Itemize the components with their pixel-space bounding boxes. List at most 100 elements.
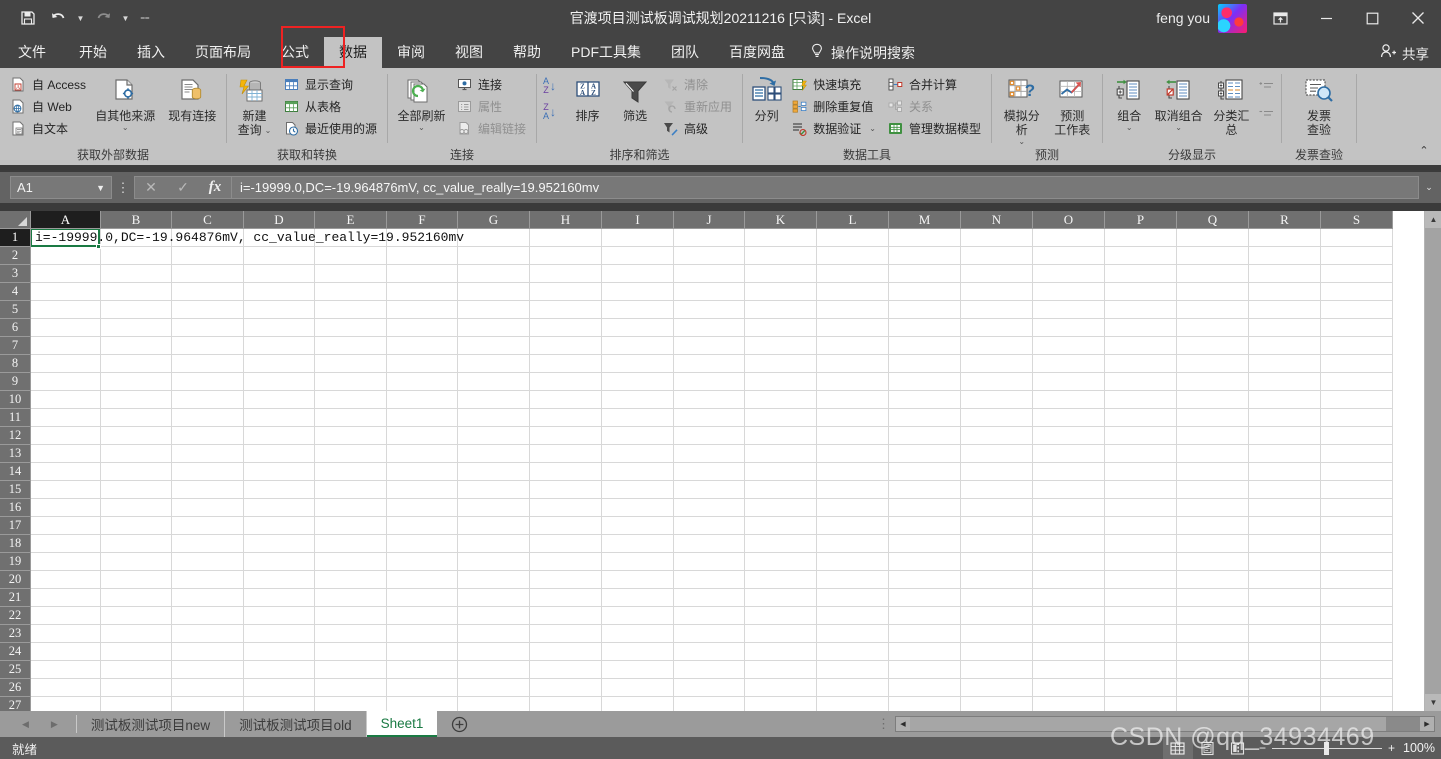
- cell-P12[interactable]: [1105, 427, 1177, 445]
- column-header-A[interactable]: A: [31, 211, 101, 229]
- grid-row[interactable]: [31, 661, 1424, 679]
- cell-H7[interactable]: [530, 337, 602, 355]
- cell-E26[interactable]: [315, 679, 387, 697]
- cell-J26[interactable]: [674, 679, 745, 697]
- cell-M12[interactable]: [889, 427, 961, 445]
- cell-H8[interactable]: [530, 355, 602, 373]
- cell-N20[interactable]: [961, 571, 1033, 589]
- cell-G3[interactable]: [458, 265, 530, 283]
- cell-M9[interactable]: [889, 373, 961, 391]
- cell-S8[interactable]: [1321, 355, 1393, 373]
- column-header-G[interactable]: G: [458, 211, 530, 229]
- sheet-nav-next-icon[interactable]: ▶: [51, 719, 58, 730]
- grid-row[interactable]: [31, 535, 1424, 553]
- cell-O23[interactable]: [1033, 625, 1105, 643]
- cell-B6[interactable]: [101, 319, 172, 337]
- grid-row[interactable]: [31, 355, 1424, 373]
- grid-row[interactable]: [31, 697, 1424, 711]
- cell-I10[interactable]: [602, 391, 674, 409]
- cell-C3[interactable]: [172, 265, 244, 283]
- cell-E19[interactable]: [315, 553, 387, 571]
- cell-N18[interactable]: [961, 535, 1033, 553]
- cell-K2[interactable]: [745, 247, 817, 265]
- cell-K23[interactable]: [745, 625, 817, 643]
- cell-K19[interactable]: [745, 553, 817, 571]
- cell-C19[interactable]: [172, 553, 244, 571]
- cell-P27[interactable]: [1105, 697, 1177, 711]
- cell-A17[interactable]: [31, 517, 101, 535]
- cell-E14[interactable]: [315, 463, 387, 481]
- cell-R19[interactable]: [1249, 553, 1321, 571]
- cell-R5[interactable]: [1249, 301, 1321, 319]
- cell-K13[interactable]: [745, 445, 817, 463]
- insert-function-icon[interactable]: fx: [199, 176, 231, 199]
- maximize-button[interactable]: [1349, 0, 1395, 36]
- row-header-1[interactable]: 1: [0, 229, 31, 247]
- row-header-10[interactable]: 10: [0, 391, 31, 409]
- cell-M16[interactable]: [889, 499, 961, 517]
- cell-H4[interactable]: [530, 283, 602, 301]
- cell-O14[interactable]: [1033, 463, 1105, 481]
- cell-H26[interactable]: [530, 679, 602, 697]
- cell-J7[interactable]: [674, 337, 745, 355]
- cell-B5[interactable]: [101, 301, 172, 319]
- cell-E12[interactable]: [315, 427, 387, 445]
- row-header-21[interactable]: 21: [0, 589, 31, 607]
- cell-R20[interactable]: [1249, 571, 1321, 589]
- cell-H14[interactable]: [530, 463, 602, 481]
- column-header-I[interactable]: I: [602, 211, 674, 229]
- cell-C27[interactable]: [172, 697, 244, 711]
- cell-N24[interactable]: [961, 643, 1033, 661]
- cell-F19[interactable]: [387, 553, 458, 571]
- cell-E17[interactable]: [315, 517, 387, 535]
- cell-C22[interactable]: [172, 607, 244, 625]
- grid-row[interactable]: [31, 409, 1424, 427]
- cell-I24[interactable]: [602, 643, 674, 661]
- collapse-ribbon-icon[interactable]: ⌃: [1413, 140, 1435, 160]
- row-header-26[interactable]: 26: [0, 679, 31, 697]
- cell-F26[interactable]: [387, 679, 458, 697]
- cell-O6[interactable]: [1033, 319, 1105, 337]
- zoom-level-label[interactable]: 100%: [1403, 741, 1441, 755]
- cell-I25[interactable]: [602, 661, 674, 679]
- cell-Q13[interactable]: [1177, 445, 1249, 463]
- grid-row[interactable]: [31, 643, 1424, 661]
- cell-D3[interactable]: [244, 265, 315, 283]
- grid-row[interactable]: [31, 247, 1424, 265]
- cell-P3[interactable]: [1105, 265, 1177, 283]
- cell-N11[interactable]: [961, 409, 1033, 427]
- cell-N3[interactable]: [961, 265, 1033, 283]
- sheet-tab-test-new[interactable]: 测试板测试项目new: [77, 711, 225, 737]
- cell-B9[interactable]: [101, 373, 172, 391]
- cell-Q17[interactable]: [1177, 517, 1249, 535]
- cell-H21[interactable]: [530, 589, 602, 607]
- cell-P14[interactable]: [1105, 463, 1177, 481]
- cell-K20[interactable]: [745, 571, 817, 589]
- cell-F22[interactable]: [387, 607, 458, 625]
- cell-J6[interactable]: [674, 319, 745, 337]
- cell-G6[interactable]: [458, 319, 530, 337]
- cell-G24[interactable]: [458, 643, 530, 661]
- cell-P26[interactable]: [1105, 679, 1177, 697]
- cell-D16[interactable]: [244, 499, 315, 517]
- cell-I16[interactable]: [602, 499, 674, 517]
- cell-G10[interactable]: [458, 391, 530, 409]
- cell-O3[interactable]: [1033, 265, 1105, 283]
- cell-F16[interactable]: [387, 499, 458, 517]
- cell-K4[interactable]: [745, 283, 817, 301]
- cell-O16[interactable]: [1033, 499, 1105, 517]
- page-break-view-icon[interactable]: [1223, 737, 1253, 759]
- cell-J12[interactable]: [674, 427, 745, 445]
- column-header-Q[interactable]: Q: [1177, 211, 1249, 229]
- cell-O20[interactable]: [1033, 571, 1105, 589]
- tab-home[interactable]: 开始: [64, 37, 122, 68]
- cell-M23[interactable]: [889, 625, 961, 643]
- cell-H13[interactable]: [530, 445, 602, 463]
- cell-A16[interactable]: [31, 499, 101, 517]
- grid-row[interactable]: [31, 373, 1424, 391]
- cell-K6[interactable]: [745, 319, 817, 337]
- from-text-button[interactable]: 自文本: [6, 118, 90, 139]
- cell-I20[interactable]: [602, 571, 674, 589]
- new-query-caret-icon[interactable]: ⌄: [265, 126, 272, 135]
- cell-M4[interactable]: [889, 283, 961, 301]
